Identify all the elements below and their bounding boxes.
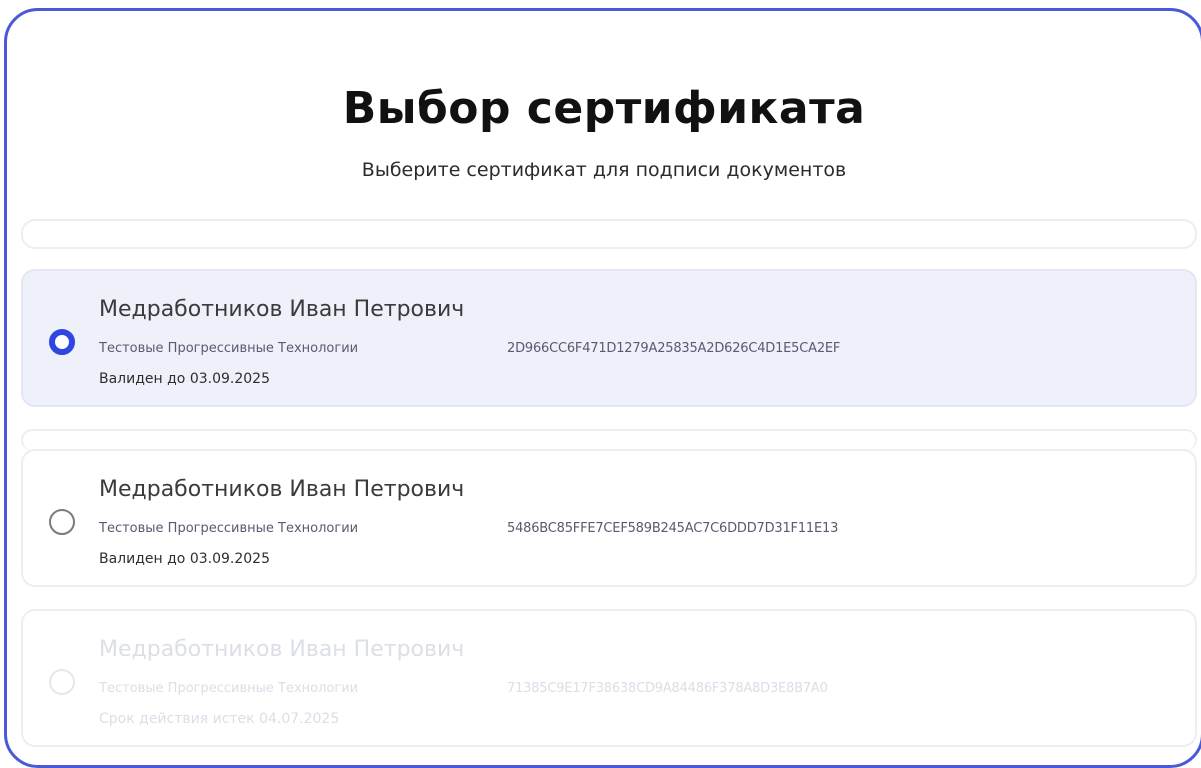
dialog-subtitle: Выберите сертификат для подписи документ… — [361, 159, 847, 181]
certificate-thumbprint: 5486BC85FFE7CEF589B245AC7C6DDD7D31F11E13 — [507, 521, 839, 536]
certificate-list-item-partial[interactable] — [21, 429, 1197, 451]
certificate-organization: Тестовые Прогрессивные Технологии — [99, 521, 359, 536]
certificate-list-item-partial[interactable] — [21, 219, 1197, 249]
certificate-owner-name: Медработников Иван Петрович — [99, 297, 465, 322]
certificate-item[interactable]: Медработников Иван Петрович Тестовые Про… — [21, 449, 1197, 587]
certificate-item[interactable]: Медработников Иван Петрович Тестовые Про… — [21, 269, 1197, 407]
radio-disabled-icon — [49, 669, 75, 695]
certificate-details: Тестовые Прогрессивные Технологии 2D966CC… — [99, 341, 840, 356]
certificate-validity: Срок действия истек 04.07.2025 — [99, 711, 340, 727]
certificate-owner-name: Медработников Иван Петрович — [99, 477, 465, 502]
radio-unselected-icon[interactable] — [49, 509, 75, 535]
certificate-organization: Тестовые Прогрессивные Технологии — [99, 681, 359, 696]
dialog-title: Выбор сертификата — [342, 83, 866, 134]
certificate-organization: Тестовые Прогрессивные Технологии — [99, 341, 359, 356]
certificate-validity: Валиден до 03.09.2025 — [99, 371, 270, 387]
certificate-item-expired: Медработников Иван Петрович Тестовые Про… — [21, 609, 1197, 747]
certificate-thumbprint: 71385C9E17F38638CD9A84486F378A8D3E8B7A0 — [507, 681, 828, 696]
certificate-details: Тестовые Прогрессивные Технологии 5486BC8… — [99, 521, 838, 536]
certificate-details: Тестовые Прогрессивные Технологии 71385C9… — [99, 681, 828, 696]
certificate-validity: Валиден до 03.09.2025 — [99, 551, 270, 567]
certificate-owner-name: Медработников Иван Петрович — [99, 637, 465, 662]
certificate-selection-dialog: Выбор сертификата Выберите сертификат дл… — [4, 8, 1201, 768]
certificate-thumbprint: 2D966CC6F471D1279A25835A2D626C4D1E5CA2EF — [507, 341, 841, 356]
radio-selected-icon[interactable] — [49, 329, 75, 355]
